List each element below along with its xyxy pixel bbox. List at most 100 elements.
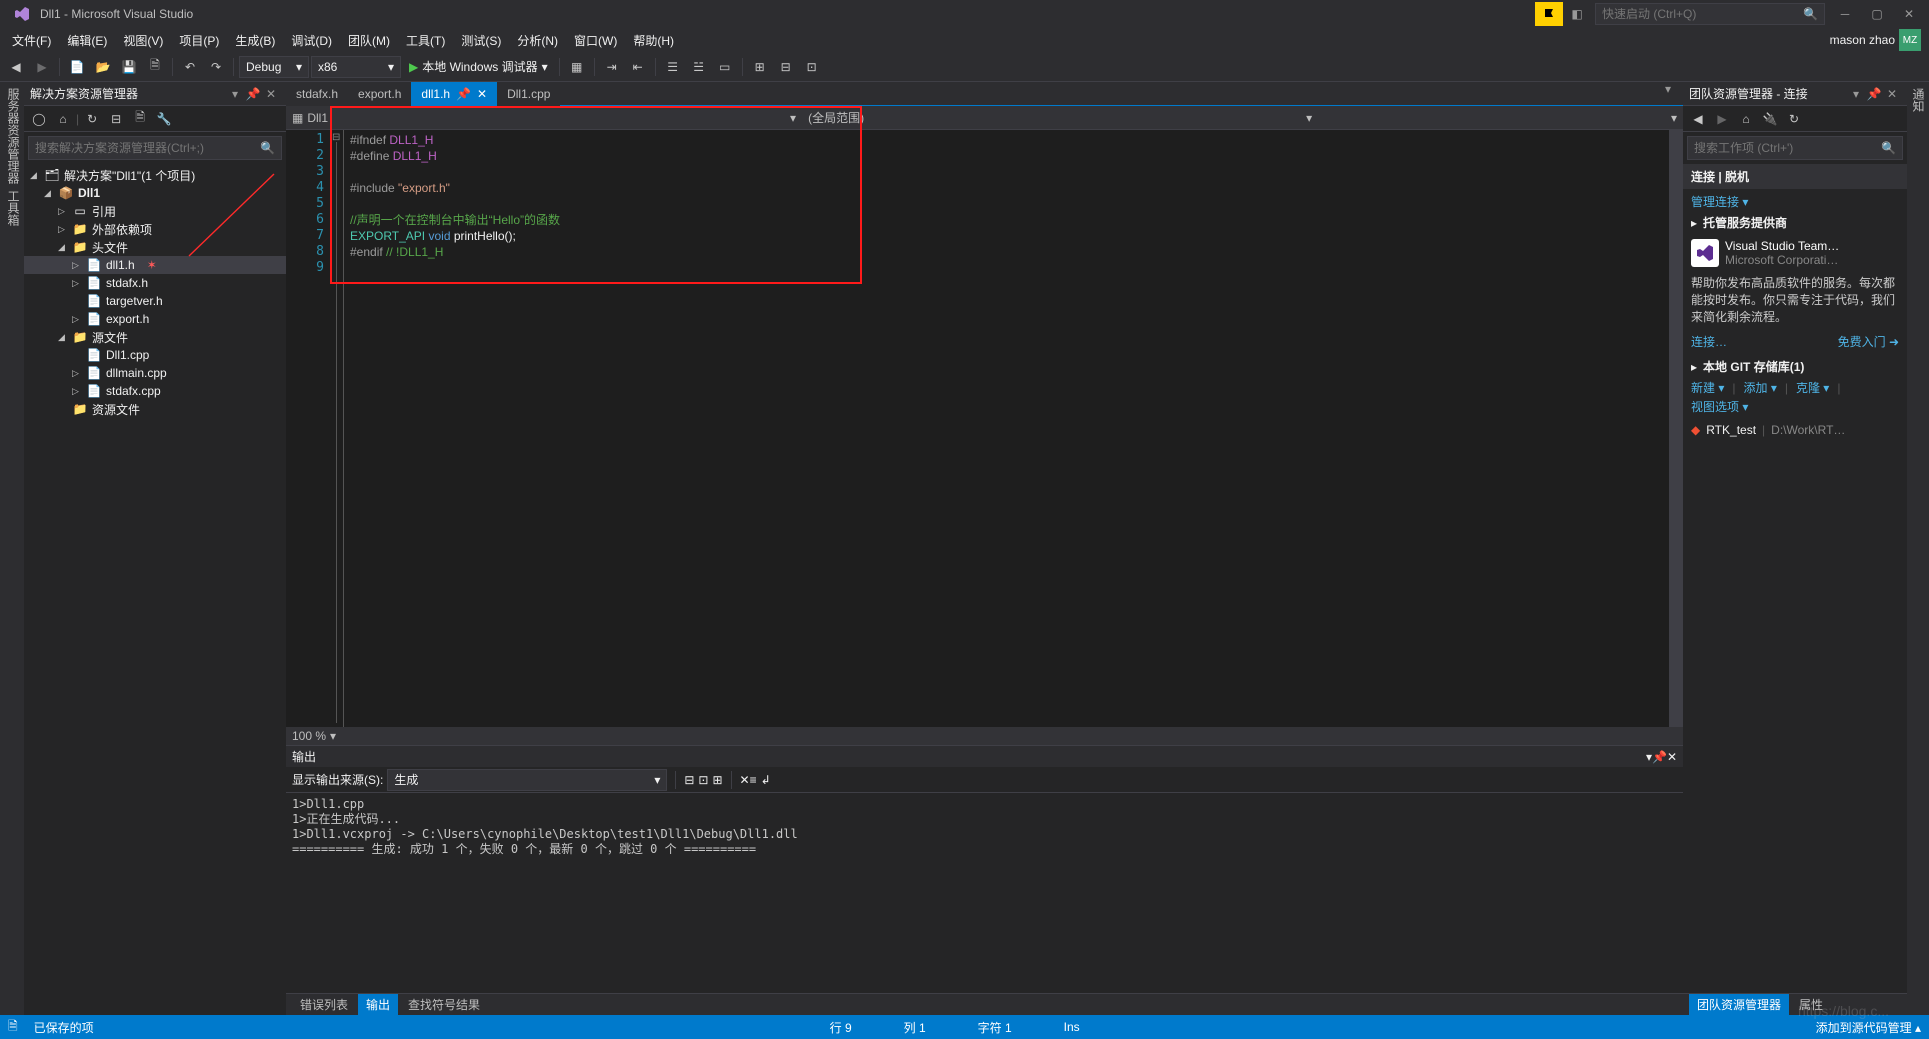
back-icon[interactable]: ◯ (28, 108, 50, 130)
tree-headers[interactable]: ◢📁头文件 (24, 238, 286, 256)
panel-dropdown-icon[interactable]: ▾ (1847, 85, 1865, 103)
tool-icon[interactable]: ⊞ (748, 55, 772, 79)
quick-launch[interactable]: 🔍 (1595, 3, 1825, 25)
git-new-link[interactable]: 新建 ▾ (1691, 379, 1724, 396)
document-tab[interactable]: dll1.h📌✕ (411, 82, 497, 106)
git-view-link[interactable]: 视图选项 ▾ (1691, 398, 1748, 415)
menu-item[interactable]: 文件(F) (4, 29, 59, 52)
clear-icon[interactable]: ✕≡ (740, 773, 757, 787)
user-avatar[interactable]: MZ (1899, 29, 1921, 51)
tool-icon[interactable]: ▭ (713, 55, 737, 79)
code-editor[interactable]: 123456789 ⊟ #ifndef DLL1_H#define DLL1_H… (286, 130, 1683, 727)
tab-output[interactable]: 输出 (358, 994, 398, 1015)
notification-flag-icon[interactable] (1535, 2, 1563, 26)
tab-error-list[interactable]: 错误列表 (292, 994, 356, 1015)
home-icon[interactable]: ⌂ (52, 108, 74, 130)
manage-connections-link[interactable]: 管理连接 ▾ (1691, 193, 1748, 210)
plug-icon[interactable]: 🔌 (1759, 108, 1781, 130)
pin-icon[interactable]: 📌 (456, 87, 471, 101)
sync-icon[interactable]: ↻ (81, 108, 103, 130)
tool-icon[interactable]: ⇥ (600, 55, 624, 79)
tool-icon[interactable]: ⊡ (698, 773, 708, 787)
solution-search[interactable]: 🔍 (28, 136, 282, 160)
tree-file-dll1h[interactable]: ▷📄dll1.h✶ (24, 256, 286, 274)
maximize-button[interactable]: ▢ (1861, 2, 1893, 26)
tab-properties[interactable]: 属性 (1791, 994, 1831, 1015)
menu-item[interactable]: 生成(B) (227, 29, 283, 52)
menu-item[interactable]: 分析(N) (509, 29, 566, 52)
undo-icon[interactable]: ↶ (178, 55, 202, 79)
wrap-icon[interactable]: ↲ (761, 773, 771, 787)
right-side-strip[interactable]: 通知 (1907, 82, 1929, 1015)
properties-icon[interactable]: 🔧 (153, 108, 175, 130)
pin-icon[interactable]: 📌 (1652, 750, 1667, 764)
close-panel-icon[interactable]: ✕ (1883, 85, 1901, 103)
scope-combo-right[interactable]: (全局范围)▾ (802, 109, 1318, 126)
tree-file[interactable]: ▷📄export.h (24, 310, 286, 328)
pin-icon[interactable]: 📌 (1865, 85, 1883, 103)
tool-icon[interactable]: ☱ (687, 55, 711, 79)
menu-item[interactable]: 帮助(H) (625, 29, 682, 52)
close-panel-icon[interactable]: ✕ (262, 85, 280, 103)
save-all-icon[interactable]: 🗎 (143, 55, 167, 79)
tool-icon[interactable]: ⊟ (684, 773, 694, 787)
quick-launch-input[interactable] (1602, 7, 1803, 21)
tree-refs[interactable]: ▷▭引用 (24, 202, 286, 220)
tree-file[interactable]: ▷📄stdafx.h (24, 274, 286, 292)
tree-sources[interactable]: ◢📁源文件 (24, 328, 286, 346)
panel-dropdown-icon[interactable]: ▾ (226, 85, 244, 103)
menu-item[interactable]: 视图(V) (115, 29, 171, 52)
te-connect-section[interactable]: 连接 | 脱机 (1683, 164, 1907, 189)
free-start-link[interactable]: 免费入门 ➜ (1838, 333, 1899, 350)
tree-solution-root[interactable]: ◢🗂解决方案"Dll1"(1 个项目) (24, 166, 286, 184)
menu-item[interactable]: 团队(M) (340, 29, 398, 52)
tree-file[interactable]: ▷📄stdafx.cpp (24, 382, 286, 400)
menu-item[interactable]: 项目(P) (171, 29, 227, 52)
open-icon[interactable]: 📂 (91, 55, 115, 79)
platform-combo[interactable]: x86▾ (311, 56, 401, 78)
tool-icon[interactable]: ☰ (661, 55, 685, 79)
tree-file[interactable]: ▷📄dllmain.cpp (24, 364, 286, 382)
solution-tree[interactable]: ◢🗂解决方案"Dll1"(1 个项目) ◢📦Dll1 ▷▭引用 ▷📁外部依赖项 … (24, 164, 286, 1015)
close-tab-icon[interactable]: ✕ (477, 87, 487, 101)
team-search-input[interactable] (1694, 141, 1881, 155)
tool-icon[interactable]: ⊟ (774, 55, 798, 79)
repo-name[interactable]: RTK_test (1706, 423, 1756, 437)
new-project-icon[interactable]: 📄 (65, 55, 89, 79)
menu-item[interactable]: 窗口(W) (566, 29, 625, 52)
tab-find-symbol[interactable]: 查找符号结果 (400, 994, 488, 1015)
folding-margin[interactable]: ⊟ (330, 130, 344, 727)
tool-icon[interactable]: ▦ (565, 55, 589, 79)
minimize-button[interactable]: ─ (1829, 2, 1861, 26)
hosted-provider-header[interactable]: 托管服务提供商 (1703, 214, 1787, 231)
start-debug-button[interactable]: ▶本地 Windows 调试器▾ (403, 55, 554, 79)
show-all-icon[interactable]: 🗎 (129, 108, 151, 130)
document-tab[interactable]: stdafx.h (286, 82, 348, 106)
config-combo[interactable]: Debug▾ (239, 56, 309, 78)
feedback-icon[interactable]: ◧ (1563, 2, 1591, 26)
output-text[interactable]: 1>Dll1.cpp 1>正在生成代码... 1>Dll1.vcxproj ->… (286, 793, 1683, 993)
refresh-icon[interactable]: ↻ (1783, 108, 1805, 130)
back-icon[interactable]: ◀ (1687, 108, 1709, 130)
user-name[interactable]: mason zhao (1830, 33, 1895, 47)
scope-combo-members[interactable]: ▾ (1318, 111, 1683, 125)
redo-icon[interactable]: ↷ (204, 55, 228, 79)
left-side-strip[interactable]: 服务器资源管理器工具箱 (0, 82, 24, 1015)
git-clone-link[interactable]: 克隆 ▾ (1796, 379, 1829, 396)
menu-item[interactable]: 测试(S) (453, 29, 509, 52)
tree-file[interactable]: 📄targetver.h (24, 292, 286, 310)
git-add-link[interactable]: 添加 ▾ (1743, 379, 1776, 396)
menu-item[interactable]: 工具(T) (398, 29, 453, 52)
tool-icon[interactable]: ⇤ (626, 55, 650, 79)
git-repos-header[interactable]: 本地 GIT 存储库(1) (1703, 358, 1804, 375)
tool-icon[interactable]: ⊡ (800, 55, 824, 79)
zoom-level[interactable]: 100 % (292, 729, 326, 743)
tree-resources[interactable]: 📁资源文件 (24, 400, 286, 418)
menu-item[interactable]: 编辑(E) (59, 29, 115, 52)
connect-link[interactable]: 连接… (1691, 333, 1727, 350)
menu-item[interactable]: 调试(D) (283, 29, 340, 52)
pin-icon[interactable]: 📌 (244, 85, 262, 103)
collapse-icon[interactable]: ⊟ (105, 108, 127, 130)
tree-project[interactable]: ◢📦Dll1 (24, 184, 286, 202)
tool-icon[interactable]: ⊞ (712, 773, 722, 787)
